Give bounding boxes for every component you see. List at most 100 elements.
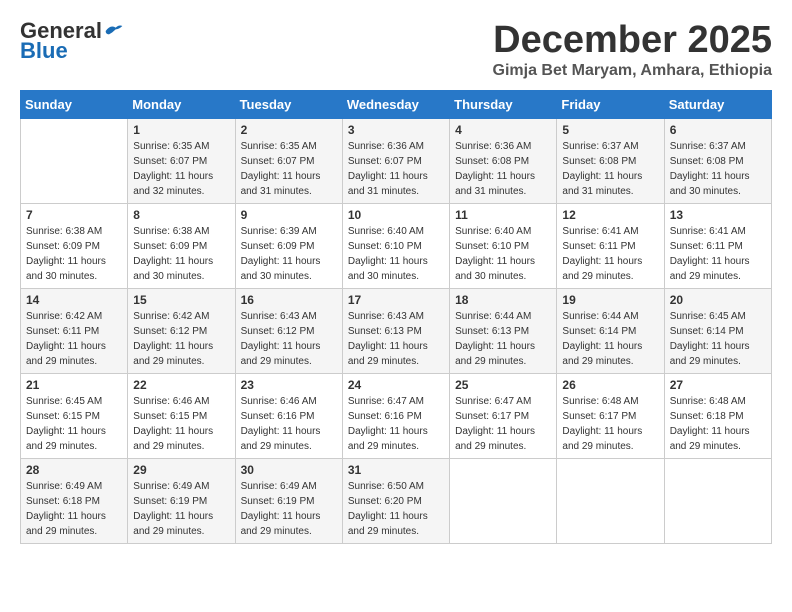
- day-info: Sunrise: 6:47 AMSunset: 6:16 PMDaylight:…: [348, 394, 444, 454]
- calendar-table: SundayMondayTuesdayWednesdayThursdayFrid…: [20, 90, 772, 544]
- day-info: Sunrise: 6:46 AMSunset: 6:15 PMDaylight:…: [133, 394, 229, 454]
- day-number: 29: [133, 463, 229, 477]
- day-number: 7: [26, 208, 122, 222]
- calendar-cell: 4 Sunrise: 6:36 AMSunset: 6:08 PMDaylight…: [450, 118, 557, 203]
- day-number: 17: [348, 293, 444, 307]
- weekday-header-saturday: Saturday: [664, 90, 771, 118]
- calendar-cell: 22 Sunrise: 6:46 AMSunset: 6:15 PMDayligh…: [128, 373, 235, 458]
- day-info: Sunrise: 6:49 AMSunset: 6:18 PMDaylight:…: [26, 479, 122, 539]
- day-info: Sunrise: 6:48 AMSunset: 6:18 PMDaylight:…: [670, 394, 766, 454]
- calendar-cell: 15 Sunrise: 6:42 AMSunset: 6:12 PMDayligh…: [128, 288, 235, 373]
- day-info: Sunrise: 6:42 AMSunset: 6:12 PMDaylight:…: [133, 309, 229, 369]
- day-info: Sunrise: 6:35 AMSunset: 6:07 PMDaylight:…: [241, 139, 337, 199]
- calendar-cell: 18 Sunrise: 6:44 AMSunset: 6:13 PMDayligh…: [450, 288, 557, 373]
- calendar-cell: 13 Sunrise: 6:41 AMSunset: 6:11 PMDayligh…: [664, 203, 771, 288]
- day-number: 28: [26, 463, 122, 477]
- logo: General Blue: [20, 20, 124, 62]
- calendar-cell: 6Sunrise: 6:37 AMSunset: 6:08 PMDaylight…: [664, 118, 771, 203]
- day-info: Sunrise: 6:45 AMSunset: 6:14 PMDaylight:…: [670, 309, 766, 369]
- day-info: Sunrise: 6:41 AMSunset: 6:11 PMDaylight:…: [562, 224, 658, 284]
- day-number: 26: [562, 378, 658, 392]
- calendar-cell: 25 Sunrise: 6:47 AMSunset: 6:17 PMDayligh…: [450, 373, 557, 458]
- calendar-cell: [664, 458, 771, 543]
- day-info: Sunrise: 6:38 AMSunset: 6:09 PMDaylight:…: [133, 224, 229, 284]
- day-number: 27: [670, 378, 766, 392]
- day-info: Sunrise: 6:40 AMSunset: 6:10 PMDaylight:…: [455, 224, 551, 284]
- day-number: 23: [241, 378, 337, 392]
- calendar-cell: 1 Sunrise: 6:35 AMSunset: 6:07 PMDaylight…: [128, 118, 235, 203]
- weekday-header-row: SundayMondayTuesdayWednesdayThursdayFrid…: [21, 90, 772, 118]
- day-info: Sunrise: 6:39 AMSunset: 6:09 PMDaylight:…: [241, 224, 337, 284]
- day-number: 3: [348, 123, 444, 137]
- day-number: 11: [455, 208, 551, 222]
- day-number: 16: [241, 293, 337, 307]
- day-info: Sunrise: 6:46 AMSunset: 6:16 PMDaylight:…: [241, 394, 337, 454]
- day-info: Sunrise: 6:37 AMSunset: 6:08 PMDaylight:…: [562, 139, 658, 199]
- day-number: 25: [455, 378, 551, 392]
- day-info: Sunrise: 6:50 AMSunset: 6:20 PMDaylight:…: [348, 479, 444, 539]
- calendar-cell: 9 Sunrise: 6:39 AMSunset: 6:09 PMDaylight…: [235, 203, 342, 288]
- day-number: 18: [455, 293, 551, 307]
- day-info: Sunrise: 6:41 AMSunset: 6:11 PMDaylight:…: [670, 224, 766, 284]
- month-title: December 2025: [493, 20, 772, 62]
- day-number: 2: [241, 123, 337, 137]
- calendar-cell: 8 Sunrise: 6:38 AMSunset: 6:09 PMDaylight…: [128, 203, 235, 288]
- day-number: 9: [241, 208, 337, 222]
- day-number: 13: [670, 208, 766, 222]
- calendar-cell: 16Sunrise: 6:43 AMSunset: 6:12 PMDayligh…: [235, 288, 342, 373]
- day-info: Sunrise: 6:44 AMSunset: 6:13 PMDaylight:…: [455, 309, 551, 369]
- calendar-cell: 3 Sunrise: 6:36 AMSunset: 6:07 PMDaylight…: [342, 118, 449, 203]
- calendar-cell: 26Sunrise: 6:48 AMSunset: 6:17 PMDayligh…: [557, 373, 664, 458]
- day-number: 31: [348, 463, 444, 477]
- day-info: Sunrise: 6:40 AMSunset: 6:10 PMDaylight:…: [348, 224, 444, 284]
- day-info: Sunrise: 6:36 AMSunset: 6:07 PMDaylight:…: [348, 139, 444, 199]
- calendar-cell: 27 Sunrise: 6:48 AMSunset: 6:18 PMDayligh…: [664, 373, 771, 458]
- calendar-cell: 24 Sunrise: 6:47 AMSunset: 6:16 PMDayligh…: [342, 373, 449, 458]
- day-number: 8: [133, 208, 229, 222]
- location-subtitle: Gimja Bet Maryam, Amhara, Ethiopia: [493, 62, 772, 80]
- weekday-header-friday: Friday: [557, 90, 664, 118]
- calendar-cell: 23 Sunrise: 6:46 AMSunset: 6:16 PMDayligh…: [235, 373, 342, 458]
- day-number: 4: [455, 123, 551, 137]
- day-number: 10: [348, 208, 444, 222]
- calendar-cell: 7 Sunrise: 6:38 AMSunset: 6:09 PMDaylight…: [21, 203, 128, 288]
- calendar-cell: 14Sunrise: 6:42 AMSunset: 6:11 PMDayligh…: [21, 288, 128, 373]
- logo-blue-text: Blue: [20, 40, 68, 62]
- day-number: 21: [26, 378, 122, 392]
- title-block: December 2025 Gimja Bet Maryam, Amhara, …: [493, 20, 772, 80]
- calendar-cell: [450, 458, 557, 543]
- day-info: Sunrise: 6:43 AMSunset: 6:13 PMDaylight:…: [348, 309, 444, 369]
- day-number: 22: [133, 378, 229, 392]
- calendar-cell: 30 Sunrise: 6:49 AMSunset: 6:19 PMDayligh…: [235, 458, 342, 543]
- calendar-cell: 29Sunrise: 6:49 AMSunset: 6:19 PMDayligh…: [128, 458, 235, 543]
- day-info: Sunrise: 6:44 AMSunset: 6:14 PMDaylight:…: [562, 309, 658, 369]
- day-info: Sunrise: 6:35 AMSunset: 6:07 PMDaylight:…: [133, 139, 229, 199]
- calendar-cell: 21Sunrise: 6:45 AMSunset: 6:15 PMDayligh…: [21, 373, 128, 458]
- calendar-week-3: 14Sunrise: 6:42 AMSunset: 6:11 PMDayligh…: [21, 288, 772, 373]
- day-number: 15: [133, 293, 229, 307]
- calendar-cell: 17 Sunrise: 6:43 AMSunset: 6:13 PMDayligh…: [342, 288, 449, 373]
- calendar-week-1: 1 Sunrise: 6:35 AMSunset: 6:07 PMDaylight…: [21, 118, 772, 203]
- day-number: 19: [562, 293, 658, 307]
- day-number: 6: [670, 123, 766, 137]
- day-number: 20: [670, 293, 766, 307]
- calendar-week-5: 28 Sunrise: 6:49 AMSunset: 6:18 PMDayligh…: [21, 458, 772, 543]
- day-info: Sunrise: 6:36 AMSunset: 6:08 PMDaylight:…: [455, 139, 551, 199]
- day-number: 24: [348, 378, 444, 392]
- page-header: General Blue December 2025 Gimja Bet Mar…: [20, 20, 772, 80]
- day-number: 1: [133, 123, 229, 137]
- day-number: 30: [241, 463, 337, 477]
- calendar-cell: 10 Sunrise: 6:40 AMSunset: 6:10 PMDayligh…: [342, 203, 449, 288]
- weekday-header-thursday: Thursday: [450, 90, 557, 118]
- day-number: 14: [26, 293, 122, 307]
- day-number: 12: [562, 208, 658, 222]
- calendar-cell: 31 Sunrise: 6:50 AMSunset: 6:20 PMDayligh…: [342, 458, 449, 543]
- day-info: Sunrise: 6:38 AMSunset: 6:09 PMDaylight:…: [26, 224, 122, 284]
- calendar-cell: 19 Sunrise: 6:44 AMSunset: 6:14 PMDayligh…: [557, 288, 664, 373]
- calendar-cell: 2 Sunrise: 6:35 AMSunset: 6:07 PMDaylight…: [235, 118, 342, 203]
- day-info: Sunrise: 6:47 AMSunset: 6:17 PMDaylight:…: [455, 394, 551, 454]
- weekday-header-wednesday: Wednesday: [342, 90, 449, 118]
- calendar-cell: 11 Sunrise: 6:40 AMSunset: 6:10 PMDayligh…: [450, 203, 557, 288]
- day-info: Sunrise: 6:49 AMSunset: 6:19 PMDaylight:…: [241, 479, 337, 539]
- logo-bird-icon: [104, 22, 124, 40]
